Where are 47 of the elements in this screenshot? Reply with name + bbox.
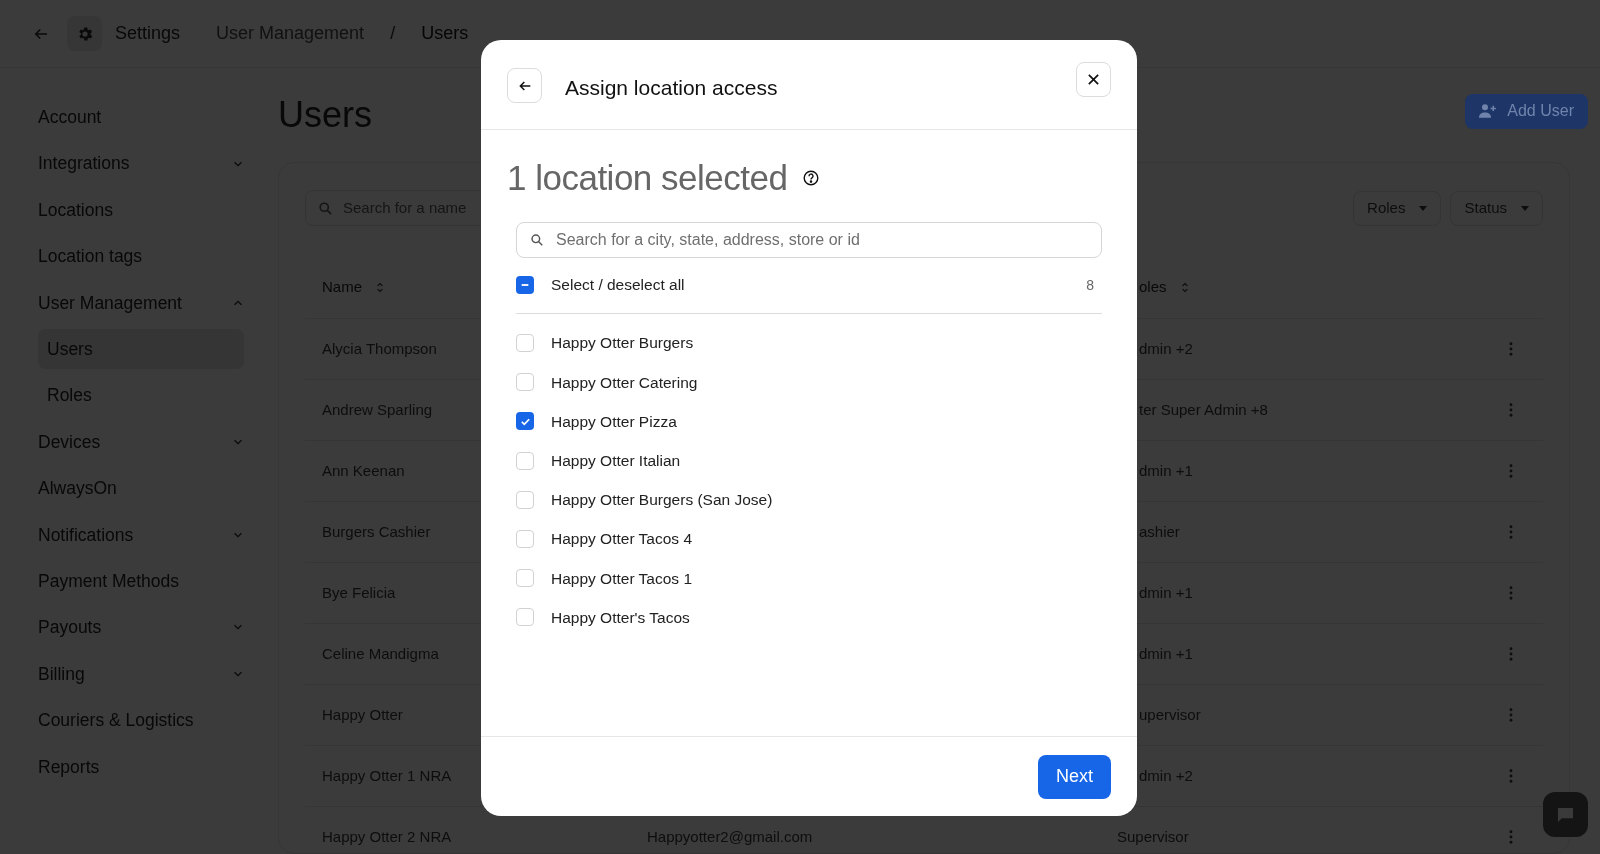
select-all-label: Select / deselect all xyxy=(551,275,685,296)
location-label: Happy Otter Burgers xyxy=(551,333,694,354)
close-icon xyxy=(1087,73,1100,86)
dialog-title: Assign location access xyxy=(565,75,778,101)
more-options-icon[interactable] xyxy=(1509,342,1513,356)
more-options-icon[interactable] xyxy=(1509,586,1513,600)
more-options-icon[interactable] xyxy=(1509,464,1513,478)
add-user-button[interactable]: Add User xyxy=(1465,93,1588,129)
help-icon[interactable] xyxy=(803,170,820,187)
location-label: Happy Otter Burgers (San Jose) xyxy=(551,490,773,511)
checkbox[interactable] xyxy=(516,608,534,627)
checkbox[interactable] xyxy=(516,569,534,588)
chat-button[interactable] xyxy=(1543,792,1588,837)
location-search-field[interactable]: Search for a city, state, address, store or id xyxy=(516,221,1102,258)
checkbox[interactable] xyxy=(516,490,534,509)
sort-icon[interactable] xyxy=(376,281,384,294)
checkbox[interactable] xyxy=(516,412,534,431)
select-all-checkbox[interactable] xyxy=(516,276,534,294)
more-options-icon[interactable] xyxy=(1509,830,1513,844)
more-options-icon[interactable] xyxy=(1509,647,1513,661)
location-label: Happy Otter Tacos 4 xyxy=(551,529,692,550)
location-label: Happy Otter Tacos 1 xyxy=(551,568,692,589)
checkbox[interactable] xyxy=(516,530,534,549)
location-label: Happy Otter Pizza xyxy=(551,411,677,432)
caret-icon xyxy=(1419,205,1428,211)
location-count: 8 xyxy=(1086,275,1094,295)
checkbox[interactable] xyxy=(516,451,534,470)
search-icon xyxy=(530,232,544,247)
chat-icon xyxy=(1557,806,1574,823)
more-options-icon[interactable] xyxy=(1509,525,1513,539)
location-label: Happy Otter's Tacos xyxy=(551,607,690,628)
more-options-icon[interactable] xyxy=(1509,708,1513,722)
next-button[interactable]: Next xyxy=(1038,754,1111,799)
add-person-icon xyxy=(1479,103,1498,119)
back-button[interactable] xyxy=(507,68,542,103)
checkbox[interactable] xyxy=(516,373,534,392)
search-icon xyxy=(318,200,333,216)
more-options-icon[interactable] xyxy=(1509,403,1513,417)
caret-icon xyxy=(1521,205,1529,211)
checkbox[interactable] xyxy=(516,334,534,353)
location-label: Happy Otter Italian xyxy=(551,451,681,472)
location-label: Happy Otter Catering xyxy=(551,372,698,393)
sort-icon[interactable] xyxy=(1180,281,1189,294)
gear-icon xyxy=(67,16,102,51)
more-options-icon[interactable] xyxy=(1509,769,1513,783)
breadcrumb-separator: / xyxy=(390,22,396,45)
close-button[interactable] xyxy=(1076,62,1111,97)
